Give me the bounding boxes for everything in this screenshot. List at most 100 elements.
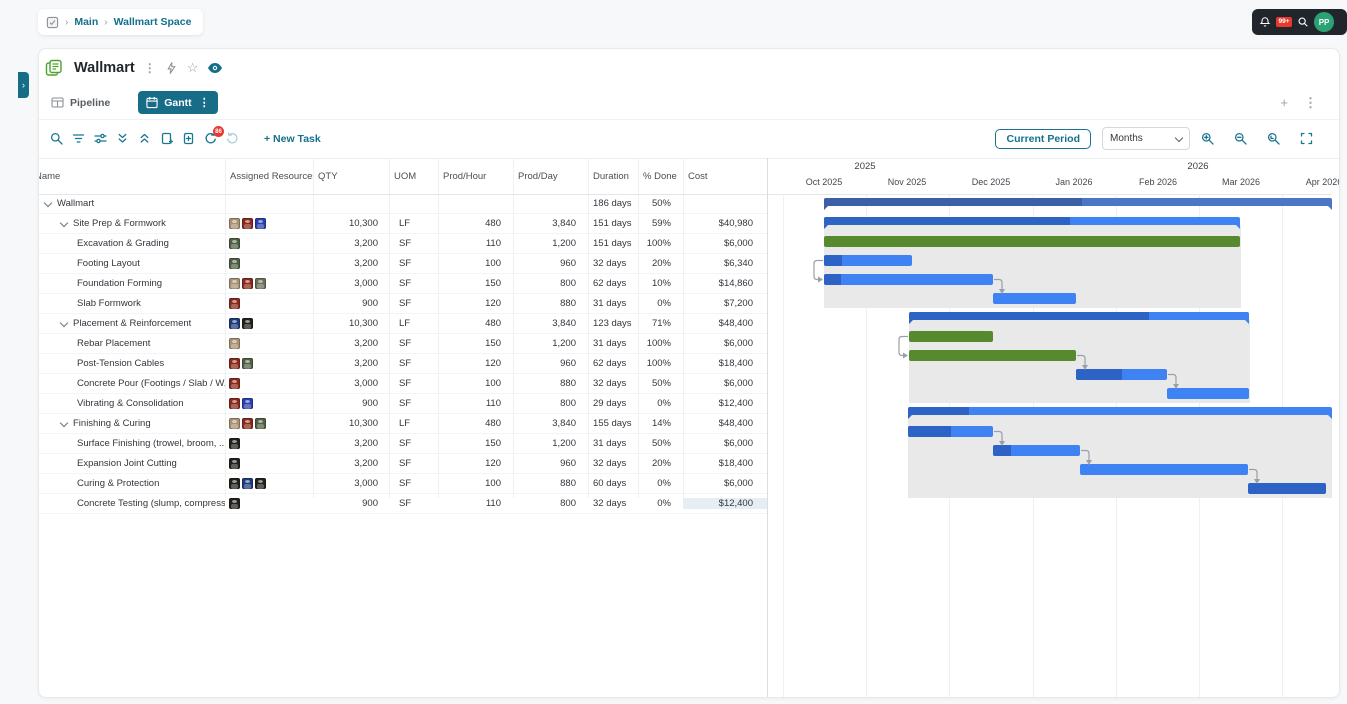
duration-cell: 31 days xyxy=(588,338,638,349)
table-row[interactable]: Footing Layout3,200SF10096032 days20%$6,… xyxy=(39,254,767,274)
resource-avatar[interactable] xyxy=(255,278,266,289)
zoom-reset-icon[interactable] xyxy=(1267,132,1280,145)
sidebar-expand-tab[interactable]: › xyxy=(18,72,29,98)
breadcrumb-item-main[interactable]: Main xyxy=(74,16,98,28)
column-header-cost[interactable]: Cost xyxy=(683,171,767,182)
redo-icon[interactable] xyxy=(226,132,239,145)
column-header-name[interactable]: Name xyxy=(39,171,225,182)
resource-avatar[interactable] xyxy=(229,418,240,429)
add-view-icon[interactable]: + xyxy=(1280,95,1288,111)
column-header-uom[interactable]: UOM xyxy=(389,171,438,182)
cost-cell: $40,980 xyxy=(683,218,767,229)
column-header-duration[interactable]: Duration xyxy=(588,171,638,182)
resource-avatar[interactable] xyxy=(229,358,240,369)
column-header-assigned-resources[interactable]: Assigned Resources xyxy=(225,171,313,182)
tree-expand-chevron-icon[interactable] xyxy=(60,318,68,326)
resource-avatar[interactable] xyxy=(242,318,253,329)
zoom-in-icon[interactable] xyxy=(1201,132,1214,145)
column-header--done[interactable]: % Done xyxy=(638,171,683,182)
collapse-all-icon[interactable] xyxy=(116,132,129,145)
search-icon[interactable] xyxy=(1297,16,1309,28)
table-row[interactable]: Foundation Forming3,000SF15080062 days10… xyxy=(39,274,767,294)
views-kebab-icon[interactable]: ⋮ xyxy=(1304,95,1317,111)
new-task-button[interactable]: + New Task xyxy=(264,133,321,145)
resource-avatar[interactable] xyxy=(242,278,253,289)
workspace-icon[interactable] xyxy=(46,16,59,29)
table-row[interactable]: Vibrating & Consolidation900SF11080029 d… xyxy=(39,394,767,414)
table-row[interactable]: Placement & Reinforcement10,300LF4803,84… xyxy=(39,314,767,334)
resource-avatar[interactable] xyxy=(242,358,253,369)
column-header-prod-day[interactable]: Prod/Day xyxy=(513,171,588,182)
resource-avatar[interactable] xyxy=(229,498,240,509)
table-row[interactable]: Excavation & Grading3,200SF1101,200151 d… xyxy=(39,234,767,254)
table-row[interactable]: Expansion Joint Cutting3,200SF12096032 d… xyxy=(39,454,767,474)
resource-avatar[interactable] xyxy=(242,418,253,429)
resource-avatar[interactable] xyxy=(229,478,240,489)
table-row[interactable]: Finishing & Curing10,300LF4803,840155 da… xyxy=(39,414,767,434)
resource-avatar[interactable] xyxy=(229,218,240,229)
assigned-resources-cell xyxy=(225,458,313,469)
import-file-icon[interactable] xyxy=(182,132,195,145)
table-row[interactable]: Wallmart186 days50% xyxy=(39,194,767,214)
prod-hour-cell: 480 xyxy=(438,218,513,229)
undo-icon[interactable]: 86 xyxy=(204,132,217,145)
user-avatar[interactable]: PP xyxy=(1314,12,1334,32)
table-row[interactable]: Rebar Placement3,200SF1501,20031 days100… xyxy=(39,334,767,354)
resource-avatar[interactable] xyxy=(229,278,240,289)
resource-avatar[interactable] xyxy=(229,298,240,309)
table-row[interactable]: Concrete Testing (slump, compress...900S… xyxy=(39,494,767,514)
breadcrumb-item-space[interactable]: Wallmart Space xyxy=(114,16,192,28)
column-header-prod-hour[interactable]: Prod/Hour xyxy=(438,171,513,182)
current-period-button[interactable]: Current Period xyxy=(995,129,1091,149)
resource-avatar[interactable] xyxy=(255,478,266,489)
search-icon[interactable] xyxy=(50,132,63,145)
tree-expand-chevron-icon[interactable] xyxy=(60,418,68,426)
tree-expand-chevron-icon[interactable] xyxy=(44,198,52,206)
breadcrumb: › Main › Wallmart Space xyxy=(38,9,203,35)
table-row[interactable]: Curing & Protection3,000SF10088060 days0… xyxy=(39,474,767,494)
filter-icon[interactable] xyxy=(72,132,85,145)
title-kebab-icon[interactable]: ⋮ xyxy=(144,61,156,75)
tab-pipeline[interactable]: Pipeline xyxy=(51,96,110,109)
watch-eye-icon[interactable] xyxy=(207,62,223,74)
resource-avatar[interactable] xyxy=(229,458,240,469)
table-row[interactable]: Site Prep & Formwork10,300LF4803,840151 … xyxy=(39,214,767,234)
duration-cell: 62 days xyxy=(588,358,638,369)
resource-avatar[interactable] xyxy=(255,218,266,229)
resource-avatar[interactable] xyxy=(229,258,240,269)
timescale-select[interactable]: Months xyxy=(1102,127,1190,150)
table-row[interactable]: Slab Formwork900SF12088031 days0%$7,200 xyxy=(39,294,767,314)
cost-cell: $6,000 xyxy=(683,378,767,389)
zoom-out-icon[interactable] xyxy=(1234,132,1247,145)
tab-gantt[interactable]: Gantt ⋮ xyxy=(138,91,217,114)
cost-cell: $12,400 xyxy=(683,498,767,509)
star-favorite-icon[interactable]: ☆ xyxy=(187,60,199,76)
copy-task-icon[interactable] xyxy=(160,132,173,145)
fit-screen-icon[interactable] xyxy=(1300,132,1313,145)
tab-gantt-kebab-icon[interactable]: ⋮ xyxy=(199,96,210,109)
resource-avatar[interactable] xyxy=(229,318,240,329)
resource-avatar[interactable] xyxy=(242,398,253,409)
cost-cell: $6,340 xyxy=(683,258,767,269)
resource-avatar[interactable] xyxy=(242,218,253,229)
table-row[interactable]: Surface Finishing (trowel, broom, ...3,2… xyxy=(39,434,767,454)
bell-icon[interactable] xyxy=(1259,16,1271,28)
qty-cell: 3,200 xyxy=(313,458,389,469)
column-header-qty[interactable]: QTY xyxy=(313,171,389,182)
resource-avatar[interactable] xyxy=(229,238,240,249)
resource-avatar[interactable] xyxy=(242,478,253,489)
resource-avatar[interactable] xyxy=(229,338,240,349)
resource-avatar[interactable] xyxy=(229,438,240,449)
percent-done-cell: 100% xyxy=(638,338,683,349)
resource-avatar[interactable] xyxy=(255,418,266,429)
table-row[interactable]: Concrete Pour (Footings / Slab / W...3,0… xyxy=(39,374,767,394)
tree-expand-chevron-icon[interactable] xyxy=(60,218,68,226)
automation-bolt-icon[interactable] xyxy=(165,61,178,75)
resource-avatar[interactable] xyxy=(229,398,240,409)
table-row[interactable]: Post-Tension Cables3,200SF12096062 days1… xyxy=(39,354,767,374)
uom-cell: SF xyxy=(389,338,438,349)
resource-avatar[interactable] xyxy=(229,378,240,389)
settings-sliders-icon[interactable] xyxy=(94,132,107,145)
expand-all-icon[interactable] xyxy=(138,132,151,145)
notification-badge[interactable]: 99+ xyxy=(1276,17,1292,27)
